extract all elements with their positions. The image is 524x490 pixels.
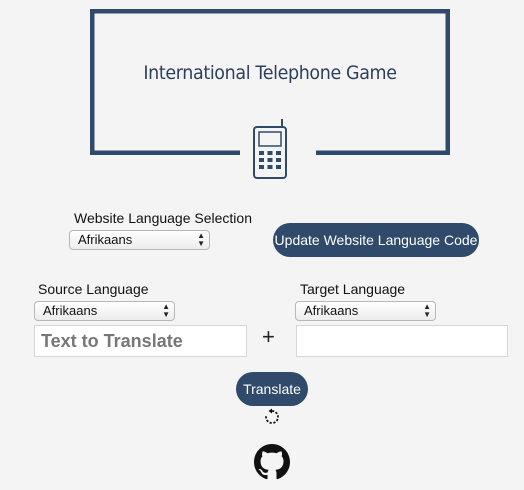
select-arrows-icon: ▲ ▼ — [423, 302, 431, 319]
update-website-language-button[interactable]: Update Website Language Code — [273, 223, 479, 257]
website-language-label: Website Language Selection — [74, 210, 252, 226]
page-title: International Telephone Game — [143, 62, 397, 84]
github-icon[interactable] — [254, 444, 290, 480]
source-language-label: Source Language — [38, 281, 149, 297]
target-language-selected: Afrikaans — [304, 303, 359, 318]
website-language-selected: Afrikaans — [78, 232, 133, 247]
source-text-input[interactable]: Text to Translate — [34, 325, 247, 357]
mobile-phone-icon — [253, 119, 287, 179]
refresh-icon[interactable] — [263, 408, 281, 426]
target-language-label: Target Language — [300, 281, 406, 297]
source-text-placeholder: Text to Translate — [41, 331, 183, 351]
source-language-select[interactable]: Afrikaans ▲ ▼ — [34, 301, 175, 321]
translate-button[interactable]: Translate — [236, 372, 308, 406]
website-language-select[interactable]: Afrikaans ▲ ▼ — [69, 230, 210, 250]
source-language-selected: Afrikaans — [43, 303, 98, 318]
select-arrows-icon: ▲ ▼ — [197, 231, 205, 248]
target-text-output[interactable] — [296, 325, 508, 357]
plus-symbol: + — [262, 324, 275, 349]
select-arrows-icon: ▲ ▼ — [162, 302, 170, 319]
target-language-select[interactable]: Afrikaans ▲ ▼ — [295, 301, 436, 321]
